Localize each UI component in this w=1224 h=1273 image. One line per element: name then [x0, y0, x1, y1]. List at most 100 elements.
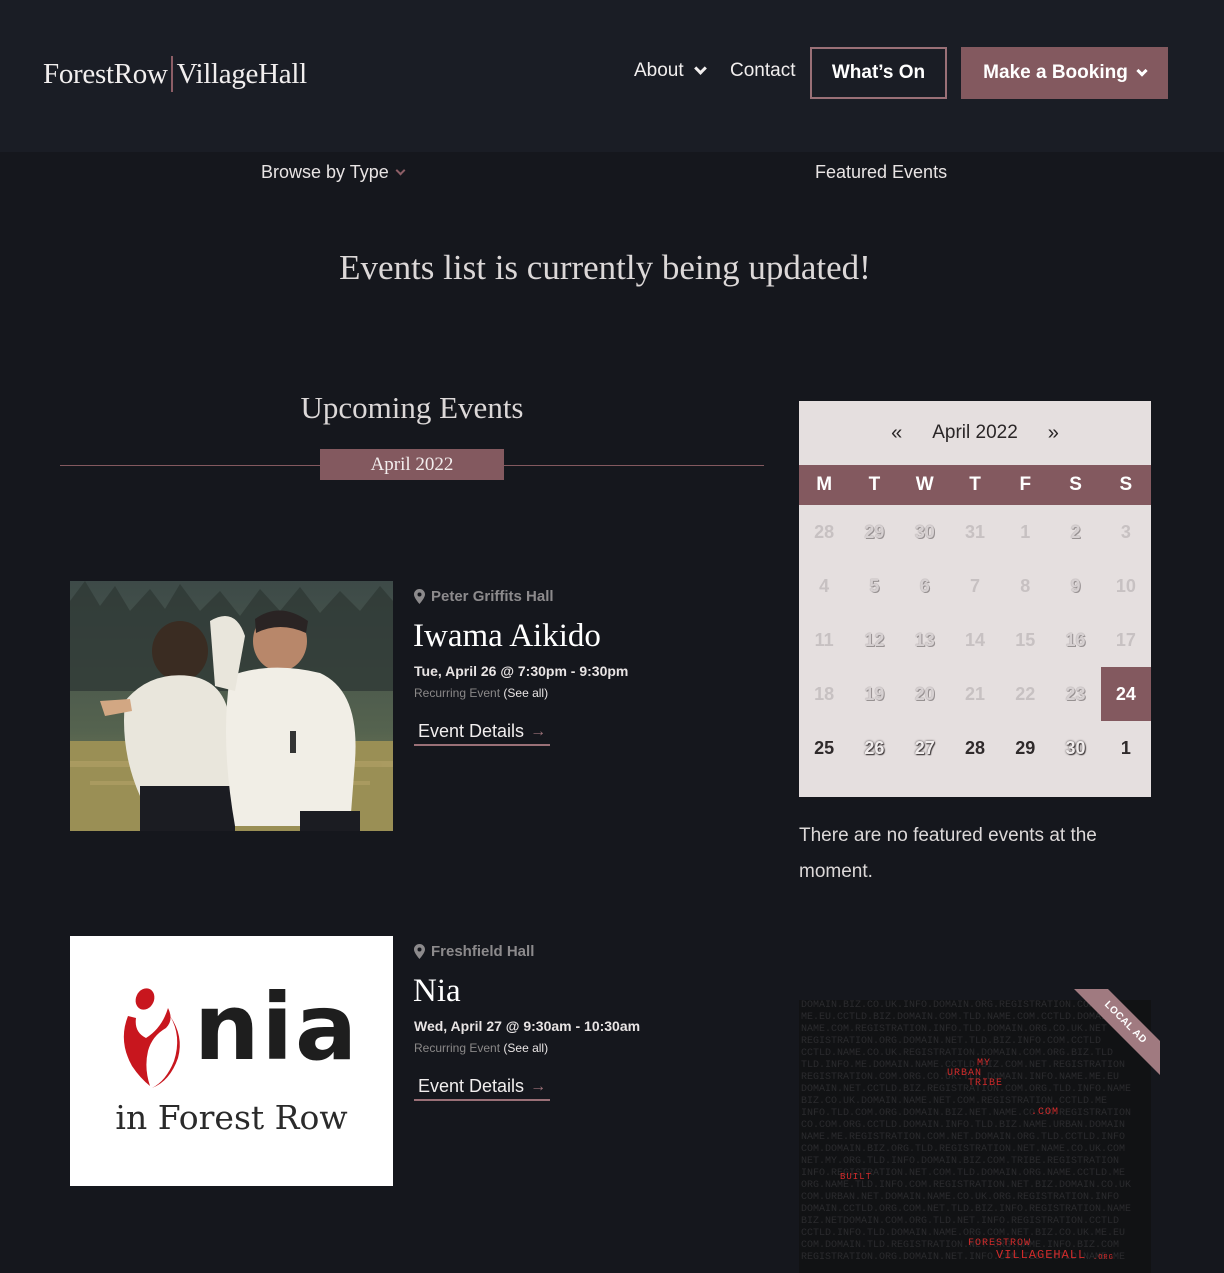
nia-logo-sub: in Forest Row [115, 1098, 348, 1137]
calendar-day[interactable]: 28 [799, 505, 849, 559]
event-venue: Peter Griffits Hall [414, 588, 554, 605]
weekday-label: T [969, 474, 981, 495]
calendar-day[interactable]: 15 [1000, 613, 1050, 667]
calendar-day[interactable]: 27 [900, 721, 950, 775]
event-details-label: Event Details [418, 721, 525, 741]
site-logo[interactable]: ForestRow VillageHall [43, 56, 307, 92]
weekday-label: T [868, 474, 881, 495]
calendar-month-label: April 2022 [932, 422, 1018, 443]
calendar-day[interactable]: 20 [900, 667, 950, 721]
calendar-day[interactable]: 26 [849, 721, 899, 775]
browse-by-type-label: Browse by Type [261, 162, 389, 182]
event-details-link[interactable]: Event Details → [414, 721, 551, 746]
calendar-day[interactable]: 29 [849, 505, 899, 559]
calendar-prev-button[interactable]: « [891, 422, 902, 445]
calendar-day[interactable]: 18 [799, 667, 849, 721]
calendar-day[interactable]: 29 [1000, 721, 1050, 775]
venue-name: Freshfield Hall [431, 943, 535, 960]
calendar-day[interactable]: 12 [849, 613, 899, 667]
calendar-day[interactable]: 9 [1050, 559, 1100, 613]
event-recurring: Recurring Event (See all) [414, 686, 548, 700]
calendar-day[interactable]: 30 [900, 505, 950, 559]
event-title[interactable]: Iwama Aikido [413, 618, 601, 655]
calendar-day[interactable]: 25 [799, 721, 849, 775]
make-booking-label: Make a Booking [983, 62, 1128, 83]
calendar-day[interactable]: 30 [1050, 721, 1100, 775]
calendar-days: 28 29 30 31 1 2 3 4 5 6 7 8 9 10 11 12 13 14 15 16 17 18 19 20 2… [799, 505, 1151, 775]
calendar-day[interactable]: 8 [1000, 559, 1050, 613]
calendar-day[interactable]: 1 [1000, 505, 1050, 559]
arrow-right-icon: → [530, 722, 547, 740]
calendar-day[interactable]: 17 [1101, 613, 1151, 667]
nav-about[interactable]: About [634, 60, 707, 82]
calendar-day[interactable]: 10 [1101, 559, 1151, 613]
weekday-label: W [915, 474, 934, 495]
calendar-header: « April 2022 » [799, 401, 1151, 465]
weekday-label: M [816, 474, 833, 495]
nav-contact[interactable]: Contact [730, 60, 795, 82]
calendar-day[interactable]: 23 [1050, 667, 1100, 721]
location-pin-icon [414, 944, 425, 959]
event-time: Wed, April 27 @ 9:30am - 10:30am [414, 1018, 641, 1034]
calendar-day[interactable]: 7 [950, 559, 1000, 613]
venue-name: Peter Griffits Hall [431, 588, 554, 605]
featured-events-label: Featured Events [815, 162, 948, 182]
calendar-day[interactable]: 31 [950, 505, 1000, 559]
calendar-day[interactable]: 4 [799, 559, 849, 613]
calendar-day[interactable]: 11 [799, 613, 849, 667]
nav-about-label: About [634, 60, 684, 81]
logo-divider [170, 56, 173, 92]
calendar-day[interactable]: 1 [1101, 721, 1151, 775]
calendar-day[interactable]: 16 [1050, 613, 1100, 667]
upcoming-events-title: Upcoming Events [300, 390, 524, 425]
nav-contact-label: Contact [730, 60, 796, 81]
event-image-aikido[interactable] [70, 581, 393, 831]
whats-on-label: What’s On [831, 62, 926, 83]
calendar-day-today[interactable]: 24 [1100, 667, 1151, 721]
nia-logo-word: nia [194, 974, 360, 1081]
logo-right: VillageHall [176, 57, 308, 90]
event-venue: Freshfield Hall [414, 943, 534, 960]
ad-word: .ORG [1093, 1254, 1114, 1262]
see-all-link[interactable]: (See all) [503, 1041, 548, 1055]
see-all-link[interactable]: (See all) [503, 686, 548, 700]
recurring-label: Recurring Event [414, 1041, 501, 1055]
featured-events-link[interactable]: Featured Events [815, 162, 947, 183]
aikido-photo [70, 581, 393, 831]
make-booking-button[interactable]: Make a Booking [961, 47, 1168, 99]
calendar-next-button[interactable]: » [1048, 422, 1059, 445]
logo-left: ForestRow [43, 57, 168, 90]
calendar-day[interactable]: 2 [1050, 505, 1100, 559]
recurring-label: Recurring Event [414, 686, 501, 700]
ad-word: TRIBE [968, 1078, 1004, 1089]
calendar-day[interactable]: 5 [849, 559, 899, 613]
calendar-day[interactable]: 3 [1101, 505, 1151, 559]
weekday-label: F [1019, 474, 1032, 495]
local-ad[interactable]: DOMAIN.BIZ.CO.UK.INFO.DOMAIN.ORG.REGISTR… [799, 1000, 1151, 1273]
calendar-day[interactable]: 13 [900, 613, 950, 667]
event-details-label: Event Details [418, 1076, 525, 1096]
chevron-down-icon [395, 165, 406, 175]
calendar-day[interactable]: 28 [950, 721, 1000, 775]
whats-on-button[interactable]: What’s On [810, 47, 947, 99]
browse-by-type[interactable]: Browse by Type [261, 162, 406, 183]
calendar-day[interactable]: 14 [950, 613, 1000, 667]
event-details-link[interactable]: Event Details → [414, 1076, 551, 1101]
calendar-day[interactable]: 21 [950, 667, 1000, 721]
ad-word: .COM [1031, 1107, 1060, 1118]
chevron-down-icon [693, 62, 707, 75]
event-title[interactable]: Nia [413, 973, 461, 1010]
calendar-day[interactable]: 19 [849, 667, 899, 721]
no-featured-message: There are no featured events at the mome… [799, 825, 1097, 882]
calendar-weekdays: MTWTFSS [799, 465, 1151, 505]
ad-word: BUILT [840, 1172, 873, 1182]
event-time: Tue, April 26 @ 7:30pm - 9:30pm [414, 663, 629, 679]
events-calendar: « April 2022 » MTWTFSS 28 29 30 31 1 2 3 4 5 6 7 8 9… [799, 401, 1151, 797]
update-notice: Events list is currently being updated! [339, 248, 871, 287]
event-recurring: Recurring Event (See all) [414, 1041, 548, 1055]
chevron-down-icon [1136, 64, 1148, 77]
calendar-day[interactable]: 22 [1000, 667, 1050, 721]
event-image-nia[interactable]: nia in Forest Row [70, 936, 393, 1186]
arrow-right-icon: → [530, 1077, 547, 1095]
calendar-day[interactable]: 6 [900, 559, 950, 613]
